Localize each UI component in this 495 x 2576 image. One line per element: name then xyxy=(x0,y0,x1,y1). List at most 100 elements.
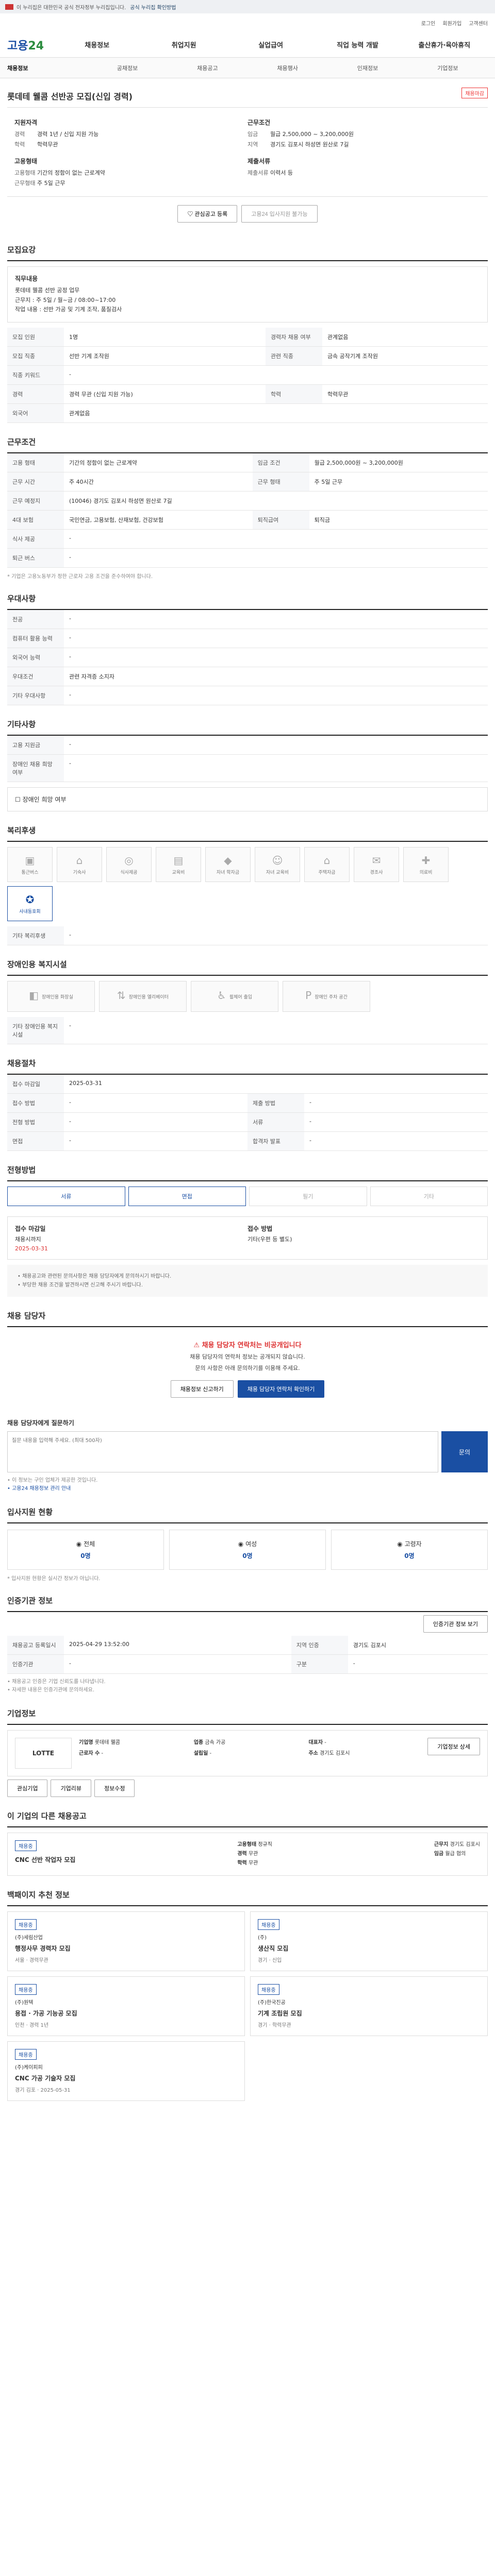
meal-icon: ◎ xyxy=(124,854,134,867)
logo[interactable]: 고용24 xyxy=(7,37,54,53)
conditions-table: 고용 형태 기간의 정함이 없는 근로계약 임금 조건 월급 2,500,000원 ~… xyxy=(7,453,488,568)
warning-icon: ⚠ xyxy=(193,1342,202,1350)
job-header: 롯데테 웰콤 선반공 모집(신입 경력) 채용마감 xyxy=(7,78,488,107)
recommend-cards: 채용중 (주)세림산업 행정사무 경력자 모집 서울 · 경력무관 채용중 (주) 생산직… xyxy=(7,1911,488,2102)
status-card: ◉ 여성 0명 xyxy=(169,1530,326,1570)
gov-verify-link[interactable]: 공식 누리집 확인방법 xyxy=(130,3,176,11)
cert-table: 채용공고 등록일시 2025-04-29 13:52:00 지역 인증 경기도 김포시… xyxy=(7,1636,488,1674)
recommend-card[interactable]: 채용중 (주)원텍 용접 · 가공 기능공 모집 인천 · 경력 1년 xyxy=(7,1976,245,2037)
recommend-card[interactable]: 채용중 (주)세림산업 행정사무 경력자 모집 서울 · 경력무관 xyxy=(7,1911,245,1972)
welfare-item-active: ✪ 사내동호회 xyxy=(7,886,53,922)
apply-button[interactable]: 고용24 입사지원 불가능 xyxy=(241,205,318,223)
method-detail: 접수 마감일 채용시까지 2025-03-31 접수 방법 기타(우편 등 별도) xyxy=(7,1216,488,1260)
company-detail-button[interactable]: 기업정보 상세 xyxy=(427,1738,480,1756)
parking-icon: P xyxy=(305,989,312,1002)
welfare-item: ⌂ 기숙사 xyxy=(57,847,102,883)
heart-icon: ♡ xyxy=(187,211,195,217)
disability-icons: ◧ 장애인용 화장실 ⇅ 장애인용 엘리베이터 ♿ 휠체어 출입 P 장애인 주차 공간 xyxy=(7,976,488,1017)
sub-nav-item[interactable]: 채용공고 xyxy=(168,64,248,72)
bus-icon: ▣ xyxy=(25,854,35,867)
report-button[interactable]: 채용정보 신고하기 xyxy=(170,1380,234,1398)
sub-nav-item[interactable]: 채용행사 xyxy=(248,64,327,72)
question-submit-button[interactable]: 문의 xyxy=(441,1431,488,1473)
section-process: 채용절차 xyxy=(7,1044,488,1075)
nav-training[interactable]: 직업 능력 개발 xyxy=(314,40,401,49)
nav-support[interactable]: 취업지원 xyxy=(140,40,227,49)
sub-nav-item[interactable]: 기업정보 xyxy=(408,64,488,72)
like-button[interactable]: ♡ 관심공고 등록 xyxy=(177,205,238,223)
question-input[interactable] xyxy=(7,1431,438,1473)
status-badge: 채용마감 xyxy=(461,88,488,98)
disability-item: ⇅ 장애인용 엘리베이터 xyxy=(99,981,187,1012)
welfare-icons: ▣ 통근버스 ⌂ 기숙사 ◎ 식사제공 ▤ 교육비 ◆ 자녀 학자금 ☺ 자녀 교육비 ⌂ 주… xyxy=(7,842,488,926)
nav-jobs[interactable]: 채용정보 xyxy=(54,40,140,49)
tab-other[interactable]: 기타 xyxy=(370,1187,488,1207)
process-table: 접수 마감일 2025-03-31 접수 방법 - 제출 방법 - 전형 방법 - 서류 - … xyxy=(7,1075,488,1151)
method-tabs: 서류 면접 필기 기타 xyxy=(7,1181,488,1211)
signup-link[interactable]: 회원가입 xyxy=(442,19,461,27)
senior-icon: ◉ xyxy=(397,1540,405,1548)
job-summary: 지원자격 경력 경력 1년 / 신입 지원 가능 학력 학력무관 고용형태 고용형태… xyxy=(7,107,488,197)
section-cert: 인증기관 정보 xyxy=(7,1582,488,1613)
edit-info-button[interactable]: 정보수정 xyxy=(94,1780,135,1798)
recommend-card[interactable]: 채용중 (주)한국진공 기계 조립원 모집 경기 · 학력무관 xyxy=(250,1976,488,2037)
utility-bar: 로그인 회원가입 고객센터 xyxy=(0,13,495,32)
sub-nav-title: 채용정보 xyxy=(7,64,28,72)
etc-check: ☐ 장애인 희망 여부 xyxy=(7,787,488,812)
job-title: 롯데테 웰콤 선반공 모집(신입 경력) xyxy=(7,92,133,101)
company-logo: LOTTE xyxy=(15,1738,72,1769)
tab-document[interactable]: 서류 xyxy=(7,1187,125,1207)
other-job-card[interactable]: 채용중 CNC 선반 작업자 모집 고용형태 정규직 경력 무관 학력 무관 근무지 … xyxy=(7,1833,488,1876)
recruit-desc: 직무내용 롯데테 웰콤 선반 공정 업무 근무지 : 주 5일 / 월~금 / 0… xyxy=(7,266,488,323)
section-etc: 기타사항 xyxy=(7,705,488,736)
child-icon: ☺ xyxy=(272,854,283,867)
flag-icon xyxy=(5,4,13,10)
checkbox-icon[interactable]: ☐ xyxy=(15,796,23,803)
home-icon: ⌂ xyxy=(323,854,331,867)
sub-nav-item[interactable]: 인재정보 xyxy=(327,64,407,72)
recommend-card[interactable]: 채용중 (주) 생산직 모집 경기 · 신입 xyxy=(250,1911,488,1972)
sub-nav-item[interactable]: 공채정보 xyxy=(87,64,167,72)
welfare-item: ▤ 교육비 xyxy=(156,847,201,883)
section-contact: 채용 담당자 xyxy=(7,1297,488,1328)
disability-extra: 기타 장애인용 복지시설 - xyxy=(7,1017,488,1045)
medical-icon: ✚ xyxy=(421,854,431,867)
disability-item: P 장애인 주차 공간 xyxy=(283,981,370,1012)
welfare-extra: 기타 복리후생 - xyxy=(7,926,488,946)
elevator-icon: ⇅ xyxy=(117,989,126,1002)
cert-info-button[interactable]: 인증기관 정보 보기 xyxy=(423,1615,488,1633)
review-button[interactable]: 기업리뷰 xyxy=(51,1780,91,1798)
fav-company-button[interactable]: 관심기업 xyxy=(7,1780,48,1798)
welfare-item: ✚ 의료비 xyxy=(403,847,449,883)
section-status: 입사지원 현황 xyxy=(7,1493,488,1524)
section-other-jobs: 이 기업의 다른 채용공고 xyxy=(7,1797,488,1828)
female-icon: ◉ xyxy=(238,1540,246,1548)
nav-benefit[interactable]: 실업급여 xyxy=(227,40,314,49)
welfare-item: ✉ 경조사 xyxy=(354,847,399,883)
nav-leave[interactable]: 출산휴가·육아휴직 xyxy=(401,40,488,49)
login-link[interactable]: 로그인 xyxy=(421,19,436,27)
section-preference: 우대사항 xyxy=(7,580,488,611)
question-label: 채용 담당자에게 질문하기 xyxy=(7,1419,74,1427)
sub-nav: 채용정보 공채정보 채용공고 채용행사 인재정보 기업정보 xyxy=(0,58,495,78)
disability-item: ♿ 휠체어 출입 xyxy=(191,981,278,1012)
toilet-icon: ◧ xyxy=(29,989,39,1002)
welfare-item: ▣ 통근버스 xyxy=(7,847,53,883)
welfare-item: ◆ 자녀 학자금 xyxy=(205,847,251,883)
contact-check-button[interactable]: 채용 담당자 연락처 확인하기 xyxy=(237,1380,325,1398)
help-link[interactable]: 고객센터 xyxy=(469,19,488,27)
method-notice: • 채용공고와 관련된 문의사항은 채용 담당자에게 문의하시기 바랍니다. • … xyxy=(7,1265,488,1297)
status-card: ◉ 고령자 0명 xyxy=(331,1530,488,1570)
tab-interview[interactable]: 면접 xyxy=(128,1187,246,1207)
recruit-table: 모집 인원 1명 경력자 채용 여부 관계없음 모집 직종 선반 기계 조작원 관련 직종… xyxy=(7,328,488,423)
welfare-item: ◎ 식사제공 xyxy=(106,847,152,883)
section-recommend: 백패이지 추천 정보 xyxy=(7,1876,488,1907)
tab-written[interactable]: 필기 xyxy=(249,1187,367,1207)
gift-icon: ✉ xyxy=(372,854,381,867)
book-icon: ▤ xyxy=(173,854,184,867)
section-conditions: 근무조건 xyxy=(7,423,488,454)
main-nav: 고용24 채용정보 취업지원 실업급여 직업 능력 개발 출산휴가·육아휴직 xyxy=(0,32,495,58)
section-company: 기업정보 xyxy=(7,1694,488,1725)
grad-icon: ◆ xyxy=(224,854,232,867)
recommend-card[interactable]: 채용중 (주)케이피피 CNC 가공 기술자 모집 경기 김포 · 2025-05-3… xyxy=(7,2041,245,2102)
